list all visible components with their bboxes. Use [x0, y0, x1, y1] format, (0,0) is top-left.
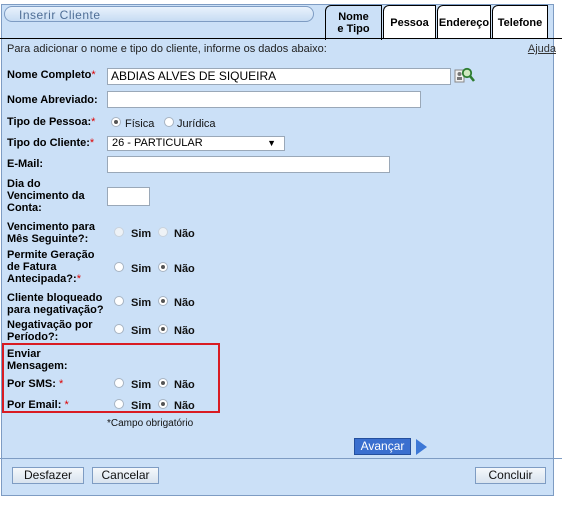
concluir-button[interactable]: Concluir: [475, 467, 546, 484]
label-text: Nome Completo: [7, 69, 92, 81]
radio-label-nao: Não: [174, 228, 195, 240]
radio-label-nao: Não: [174, 325, 195, 337]
radio-label-nao: Não: [174, 400, 195, 412]
venc-mes-seguinte-nao-radio[interactable]: [158, 227, 168, 237]
label-text: Por SMS:: [7, 378, 56, 390]
help-link[interactable]: Ajuda: [528, 43, 556, 55]
radio-label-sim: Sim: [131, 325, 152, 337]
tipo-pessoa-juridica-radio[interactable]: [164, 117, 174, 127]
radio-label-nao: Não: [174, 263, 195, 275]
por-sms-label: Por SMS: *: [7, 378, 63, 390]
email-input[interactable]: [107, 156, 390, 173]
label-text: Tipo de Pessoa:: [7, 116, 92, 128]
footer-divider: [0, 458, 562, 459]
avancar-button[interactable]: Avançar: [354, 438, 411, 455]
tipo-pessoa-fisica-radio[interactable]: [111, 117, 121, 127]
cancelar-button[interactable]: Cancelar: [92, 467, 159, 484]
tipo-cliente-select[interactable]: 26 - PARTICULAR ▼: [107, 136, 285, 151]
tab-nome-e-tipo[interactable]: Nome e Tipo: [325, 5, 382, 40]
tabs-divider: [0, 38, 562, 39]
window-title: Inserir Cliente: [4, 6, 314, 22]
geracao-fatura-label: Permite Geração de Fatura Antecipada?:*: [7, 249, 105, 285]
radio-label-sim: Sim: [131, 228, 152, 240]
label-text: Permite Geração de Fatura Antecipada?:: [7, 249, 95, 285]
radio-label-sim: Sim: [131, 379, 152, 391]
cliente-bloqueado-label: Cliente bloqueado para negativação?: [7, 292, 104, 316]
tab-label: Pessoa: [390, 16, 429, 29]
label-text: Por Email:: [7, 399, 62, 411]
radio-label-nao: Não: [174, 297, 195, 309]
dia-vencimento-input[interactable]: [107, 187, 150, 206]
por-email-nao-radio[interactable]: [158, 399, 168, 409]
required-mark: *: [91, 116, 96, 128]
por-sms-nao-radio[interactable]: [158, 378, 168, 388]
venc-mes-seguinte-label: Vencimento para Mês Seguinte?:: [7, 221, 96, 245]
dropdown-arrow-icon: ▼: [267, 138, 276, 148]
por-email-label: Por Email: *: [7, 399, 69, 411]
tipo-pessoa-label: Tipo de Pessoa:*: [7, 116, 95, 128]
nome-abreviado-label: Nome Abreviado:: [7, 94, 98, 106]
required-mark: *: [76, 273, 81, 285]
required-mark: *: [89, 137, 95, 149]
label-text: Tipo do Cliente:: [7, 137, 90, 149]
desfazer-button[interactable]: Desfazer: [12, 467, 84, 484]
radio-label-sim: Sim: [131, 297, 152, 309]
tab-pessoa[interactable]: Pessoa: [383, 5, 436, 39]
magnifier-person-icon[interactable]: [454, 67, 476, 85]
negativacao-periodo-label: Negativação por Período?:: [7, 319, 93, 343]
negativacao-periodo-sim-radio[interactable]: [114, 324, 124, 334]
select-value: 26 - PARTICULAR: [112, 137, 203, 149]
tab-label: Telefone: [497, 16, 543, 29]
radio-label-sim: Sim: [131, 400, 152, 412]
enviar-mensagem-label: Enviar Mensagem:: [7, 348, 68, 372]
tab-telefone[interactable]: Telefone: [492, 5, 548, 39]
required-mark: *: [58, 378, 64, 390]
arrow-right-icon[interactable]: [416, 439, 427, 455]
required-note: *Campo obrigatório: [107, 418, 194, 429]
nome-abreviado-input[interactable]: [107, 91, 421, 108]
tab-endereco[interactable]: Endereço: [437, 5, 491, 39]
radio-label-nao: Não: [174, 379, 195, 391]
geracao-fatura-sim-radio[interactable]: [114, 262, 124, 272]
dia-vencimento-label: Dia do Vencimento da Conta:: [7, 178, 85, 214]
tipo-cliente-label: Tipo do Cliente:*: [7, 137, 94, 149]
por-sms-sim-radio[interactable]: [114, 378, 124, 388]
tab-label: Endereço: [438, 16, 490, 29]
radio-label-sim: Sim: [131, 263, 152, 275]
tab-label: Nome e Tipo: [337, 11, 370, 35]
nome-completo-input[interactable]: ABDIAS ALVES DE SIQUEIRA: [107, 68, 451, 85]
nome-completo-label: Nome Completo*: [7, 69, 96, 81]
venc-mes-seguinte-sim-radio[interactable]: [114, 227, 124, 237]
radio-label-fisica: Física: [125, 118, 155, 130]
negativacao-periodo-nao-radio[interactable]: [158, 324, 168, 334]
radio-label-juridica: Jurídica: [177, 118, 216, 130]
email-label: E-Mail:: [7, 158, 44, 170]
cliente-bloqueado-sim-radio[interactable]: [114, 296, 124, 306]
cliente-bloqueado-nao-radio[interactable]: [158, 296, 168, 306]
required-mark: *: [91, 69, 96, 81]
required-mark: *: [64, 399, 69, 411]
por-email-sim-radio[interactable]: [114, 399, 124, 409]
geracao-fatura-nao-radio[interactable]: [158, 262, 168, 272]
intro-text: Para adicionar o nome e tipo do cliente,…: [7, 43, 327, 55]
